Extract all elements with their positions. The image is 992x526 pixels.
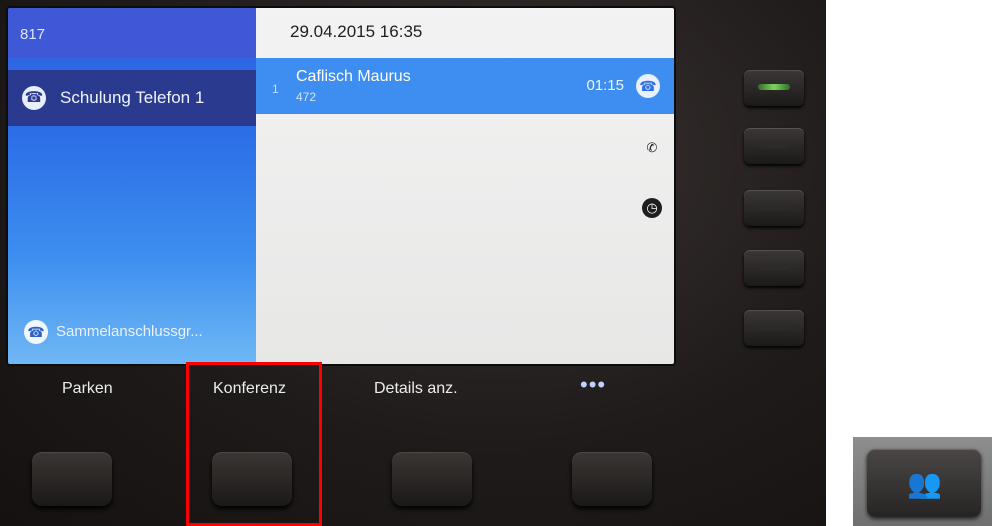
caller-extension: 472 bbox=[296, 90, 317, 104]
hunt-group-icon: ☎ bbox=[24, 320, 48, 344]
conference-icon: 👥 bbox=[907, 468, 942, 499]
line-led-active bbox=[758, 84, 790, 90]
call-index: 1 bbox=[272, 82, 279, 96]
line-item-schulung[interactable]: ☎ Schulung Telefon 1 bbox=[8, 70, 256, 126]
caller-name: Caflisch Maurus bbox=[296, 68, 411, 85]
clock-icon[interactable]: ◷ bbox=[642, 198, 662, 218]
softkey-label-details: Details anz. bbox=[374, 380, 458, 397]
conference-key-button[interactable]: 👥 bbox=[867, 449, 981, 517]
date-time: 29.04.2015 16:35 bbox=[290, 22, 423, 41]
line-led bbox=[758, 142, 790, 148]
line-item-label: Schulung Telefon 1 bbox=[60, 88, 205, 107]
phone-screen: 817 ☎ Schulung Telefon 1 ☎ Sammelanschlu… bbox=[8, 8, 674, 364]
call-timer: 01:15 bbox=[586, 77, 624, 94]
line-button-2[interactable] bbox=[744, 128, 804, 164]
hunt-group-label: Sammelanschlussgr... bbox=[56, 323, 203, 340]
line-button-5[interactable] bbox=[744, 310, 804, 346]
softkey-park-button[interactable] bbox=[32, 452, 112, 506]
line-number: 817 bbox=[20, 26, 46, 43]
line-panel: 817 ☎ Schulung Telefon 1 ☎ Sammelanschlu… bbox=[8, 8, 256, 364]
softkey-label-more: ••• bbox=[580, 372, 607, 397]
conference-key-inset: 👥 bbox=[853, 437, 992, 526]
active-call-row[interactable]: 1 Caflisch Maurus 472 01:15 ☎ bbox=[256, 58, 674, 114]
line-button-1[interactable] bbox=[744, 70, 804, 106]
phone-ring-icon: ☎ bbox=[22, 86, 46, 110]
phone-icon[interactable]: ✆ bbox=[642, 138, 662, 158]
line-led bbox=[758, 204, 790, 210]
line-button-3[interactable] bbox=[744, 190, 804, 226]
softkey-more-button[interactable] bbox=[572, 452, 652, 506]
phone-ring-icon: ☎ bbox=[636, 74, 660, 98]
phone-body: 817 ☎ Schulung Telefon 1 ☎ Sammelanschlu… bbox=[0, 0, 826, 526]
line-led bbox=[758, 324, 790, 330]
line-button-4[interactable] bbox=[744, 250, 804, 286]
call-panel: 29.04.2015 16:35 1 Caflisch Maurus 472 0… bbox=[256, 8, 674, 364]
line-led bbox=[758, 264, 790, 270]
softkey-label-park: Parken bbox=[62, 380, 113, 397]
softkey-details-button[interactable] bbox=[392, 452, 472, 506]
hunt-group-item[interactable]: ☎ Sammelanschlussgr... bbox=[8, 312, 256, 352]
conference-highlight-box bbox=[186, 362, 322, 526]
line-panel-header: 817 bbox=[8, 8, 256, 58]
